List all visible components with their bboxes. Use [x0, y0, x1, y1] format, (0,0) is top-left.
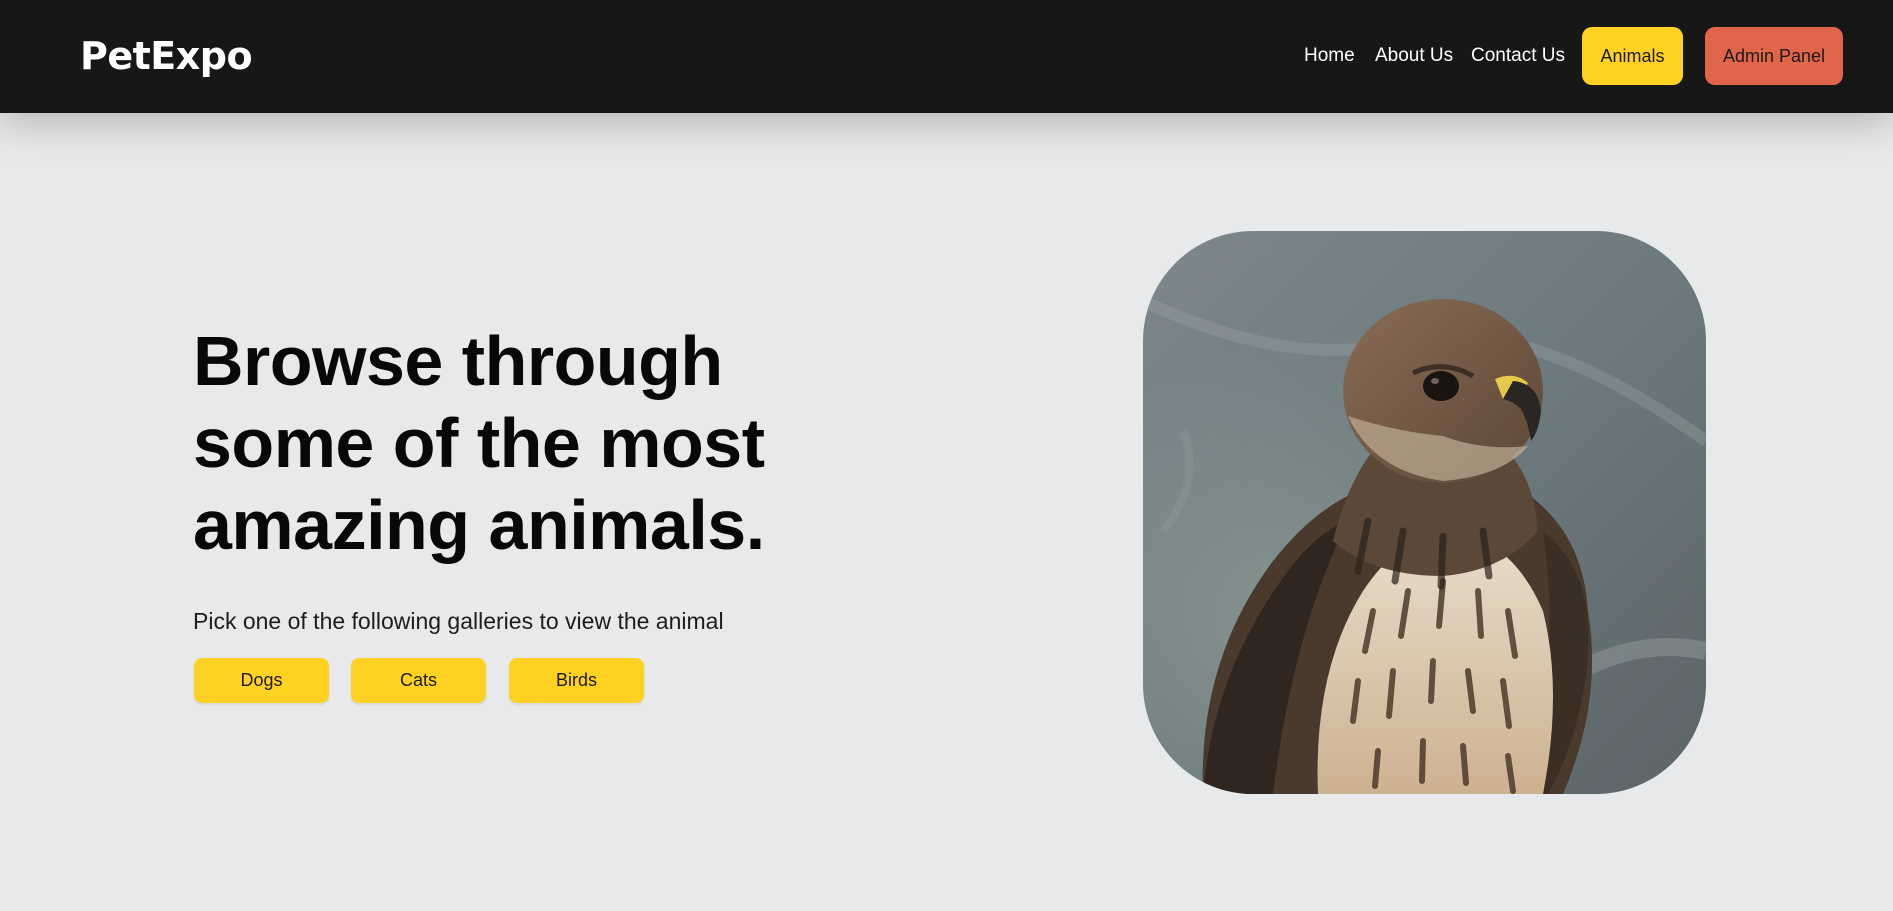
nav-link-about-us[interactable]: About Us: [1375, 42, 1453, 70]
nav-link-home[interactable]: Home: [1304, 42, 1355, 70]
gallery-button-birds[interactable]: Birds: [509, 658, 644, 703]
animals-button[interactable]: Animals: [1582, 27, 1683, 85]
hawk-illustration: [1143, 231, 1706, 794]
admin-panel-button[interactable]: Admin Panel: [1705, 27, 1843, 85]
top-navbar: PetExpo Home About Us Contact Us Animals…: [0, 0, 1893, 113]
hero-subtitle: Pick one of the following galleries to v…: [193, 608, 724, 634]
hero-hawk-image: [1143, 231, 1706, 794]
site-logo[interactable]: PetExpo: [80, 33, 253, 79]
gallery-button-dogs[interactable]: Dogs: [194, 658, 329, 703]
nav-link-contact-us[interactable]: Contact Us: [1471, 42, 1565, 70]
hero-title: Browse through some of the most amazing …: [193, 322, 765, 564]
gallery-button-cats[interactable]: Cats: [351, 658, 486, 703]
